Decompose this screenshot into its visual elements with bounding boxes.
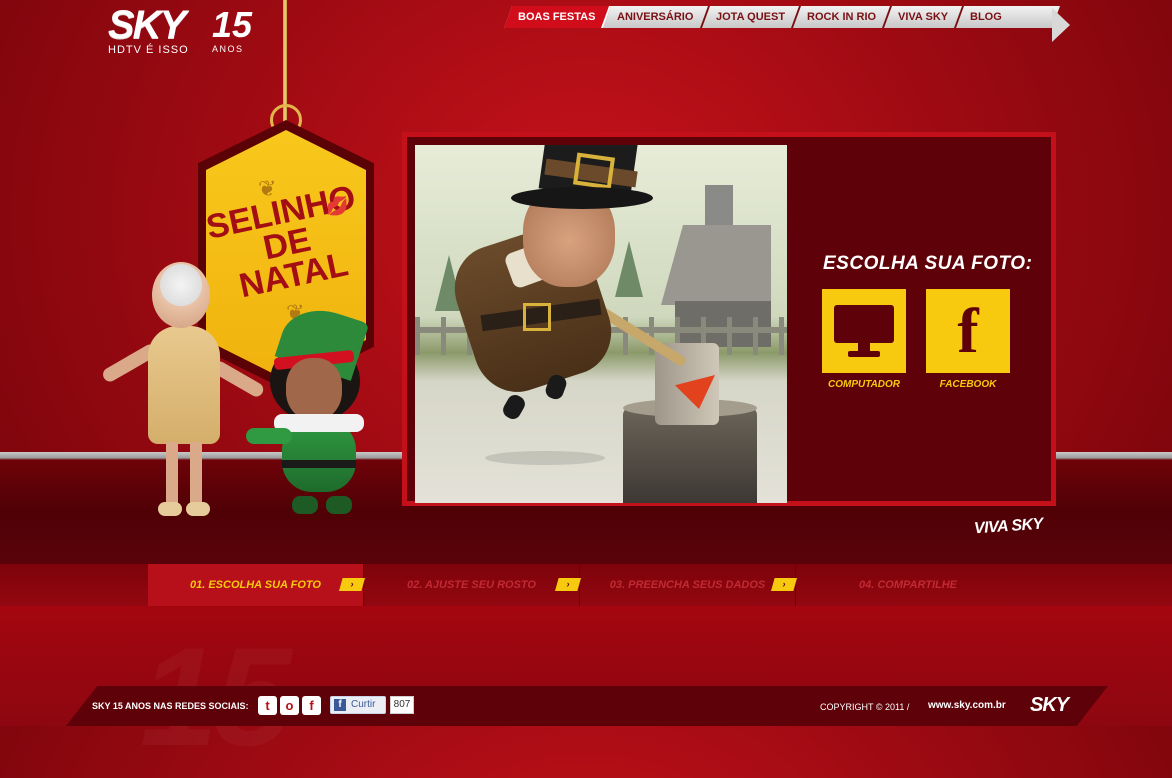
facebook-like-button[interactable]: f Curtir (330, 696, 386, 714)
computer-label[interactable]: COMPUTADOR (821, 379, 907, 390)
social-label: SKY 15 ANOS NAS REDES SOCIAIS: (92, 701, 249, 711)
option-computer[interactable]: COMPUTADOR (821, 289, 907, 390)
twitter-icon[interactable]: t (258, 696, 277, 715)
nav-item-blog[interactable]: BLOG (956, 6, 1016, 28)
step-arrow-icon: › (555, 578, 581, 591)
elf-character (240, 299, 370, 525)
woman-character (100, 262, 266, 524)
nav-item-jota-quest[interactable]: JOTA QUEST (701, 6, 801, 28)
nav-arrow-icon (1052, 8, 1070, 42)
cabin (661, 185, 771, 347)
facebook-like-icon: f (334, 699, 346, 711)
facebook-label[interactable]: FACEBOOK (925, 379, 1011, 390)
logo-anos: ANOS (212, 44, 244, 54)
steps-bar: 01. ESCOLHA SUA FOTO › 02. AJUSTE SEU RO… (0, 564, 1172, 606)
footer-sky-logo[interactable]: SKY (1030, 694, 1069, 717)
monitor-icon (834, 305, 894, 343)
step-fill-data[interactable]: 03. PREENCHA SEUS DADOS › (580, 564, 797, 606)
facebook-icon: f (957, 295, 979, 366)
animation-preview (415, 145, 787, 503)
computer-button[interactable] (822, 289, 906, 373)
step-arrow-icon: › (771, 578, 797, 591)
sky-15-logo[interactable]: SKY 15 HDTV É ISSO ANOS (108, 3, 252, 56)
main-panel: ESCOLHA SUA FOTO: COMPUTADOR f FACEBOOK (402, 132, 1056, 506)
facebook-icon[interactable]: f (302, 696, 321, 715)
kiss-lips-icon: 💋 (326, 196, 349, 216)
choose-photo-title: ESCOLHA SUA FOTO: (823, 253, 1033, 274)
nav-item-rock-in-rio[interactable]: ROCK IN RIO (792, 6, 892, 28)
step-adjust-face[interactable]: 02. AJUSTE SEU ROSTO › (364, 564, 581, 606)
option-facebook[interactable]: f FACEBOOK (925, 289, 1011, 390)
logo-tagline: HDTV É ISSO (108, 44, 189, 56)
nav-item-viva-sky[interactable]: VIVA SKY (883, 6, 965, 28)
step-share[interactable]: 04. COMPARTILHE (800, 564, 1016, 606)
copyright: COPYRIGHT © 2011 / (820, 702, 910, 712)
facebook-button[interactable]: f (926, 289, 1010, 373)
nav-item-boas-festas[interactable]: BOAS FESTAS (503, 6, 612, 28)
logo-brand: SKY (108, 3, 186, 47)
orkut-icon[interactable]: o (280, 696, 299, 715)
like-count: 807 (390, 696, 414, 714)
step-choose-photo[interactable]: 01. ESCOLHA SUA FOTO › (148, 564, 365, 606)
step-arrow-icon: › (339, 578, 365, 591)
sky-url-link[interactable]: www.sky.com.br (928, 700, 1006, 711)
logo-anniversary: 15 (212, 4, 253, 45)
nav-item-aniversario[interactable]: ANIVERSÁRIO (603, 6, 710, 28)
top-nav: BOAS FESTAS ANIVERSÁRIO JOTA QUEST ROCK … (503, 6, 1061, 28)
